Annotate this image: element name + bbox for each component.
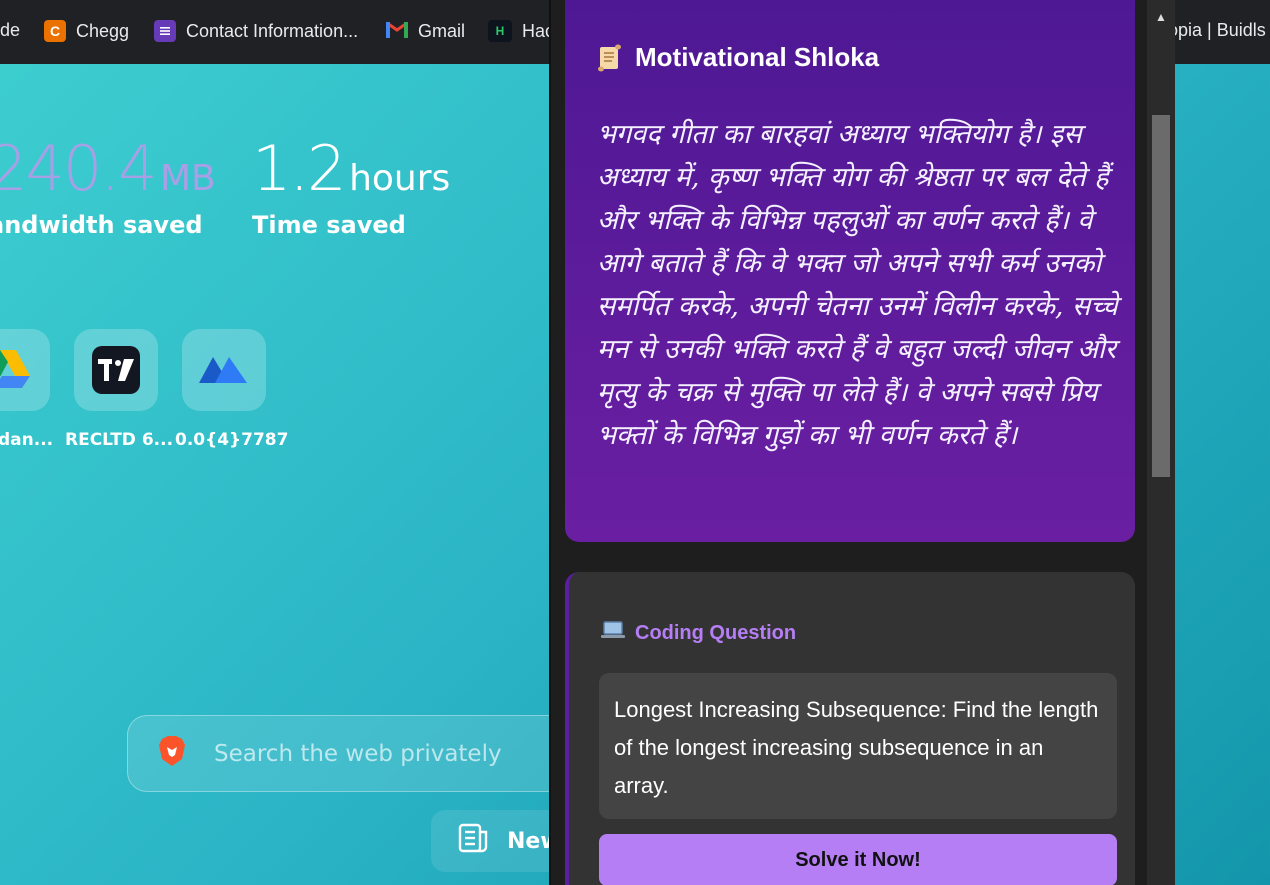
bookmark-label: Gmail [418, 21, 466, 41]
bandwidth-unit: MB [159, 158, 216, 199]
brave-lion-icon [158, 735, 186, 772]
top-site-tile[interactable] [0, 329, 50, 411]
top-site-tile[interactable] [182, 329, 266, 411]
coding-title-row: Coding Question [601, 620, 796, 646]
time-label: Time saved [252, 211, 406, 239]
time-stat: 1.2 hours Time saved [252, 132, 450, 239]
bookmark-item[interactable]: de [0, 20, 20, 41]
coding-card: Coding Question Longest Increasing Subse… [565, 572, 1135, 885]
top-site-label: 0.0{4}7787 [175, 430, 289, 450]
bookmark-label: Chegg [76, 20, 130, 41]
bookmark-label: opia | Buidls [1168, 20, 1266, 40]
scrollbar-thumb[interactable] [1152, 115, 1170, 477]
shloka-title: Motivational Shloka [635, 42, 880, 72]
coding-title: Coding Question [635, 621, 797, 644]
coding-question: Longest Increasing Subsequence: Find the… [599, 673, 1117, 819]
time-value: 1.2 [252, 132, 347, 205]
scroll-up-arrow-icon[interactable]: ▲ [1155, 10, 1167, 24]
bookmark-chegg[interactable]: C Chegg [44, 20, 129, 42]
top-site-label: RECLTD 6... [65, 430, 174, 450]
bookmark-label: de [0, 20, 21, 40]
bookmark-item[interactable]: opia | Buidls [1168, 20, 1266, 41]
bandwidth-label: andwidth saved [0, 211, 203, 239]
google-drive-icon [0, 348, 30, 393]
bookmark-label: Contact Information... [186, 20, 359, 41]
top-site-label: dan... [0, 430, 54, 450]
hackerrank-icon: H [488, 20, 512, 42]
scroll-icon [597, 44, 623, 72]
shloka-text: भगवद गीता का बारहवां अध्याय भक्तियोग है।… [597, 119, 1118, 451]
shloka-title-row: Motivational Shloka [597, 42, 1103, 73]
tradingview-icon [92, 346, 140, 394]
mexc-icon [199, 353, 249, 388]
time-unit: hours [349, 158, 451, 199]
bookmark-gmail[interactable]: Gmail [386, 20, 465, 43]
form-icon [154, 20, 176, 42]
gmail-icon [386, 20, 408, 43]
popup-scrollbar[interactable]: ▲ [1147, 0, 1175, 885]
search-input[interactable] [214, 740, 544, 767]
bookmark-hackerrank[interactable]: H Hac [488, 20, 554, 42]
top-site-tile[interactable] [74, 329, 158, 411]
laptop-icon [601, 620, 625, 646]
bandwidth-value: 240.4 [0, 132, 157, 205]
chegg-icon: C [44, 20, 66, 42]
search-bar[interactable] [127, 715, 587, 792]
news-icon [457, 822, 489, 860]
bookmark-contact-information[interactable]: Contact Information... [154, 20, 358, 42]
shloka-card: Motivational Shloka भगवद गीता का बारहवां… [565, 0, 1135, 542]
bandwidth-stat: 240.4 MB andwidth saved [0, 132, 216, 239]
solve-button[interactable]: Solve it Now! [599, 834, 1117, 885]
